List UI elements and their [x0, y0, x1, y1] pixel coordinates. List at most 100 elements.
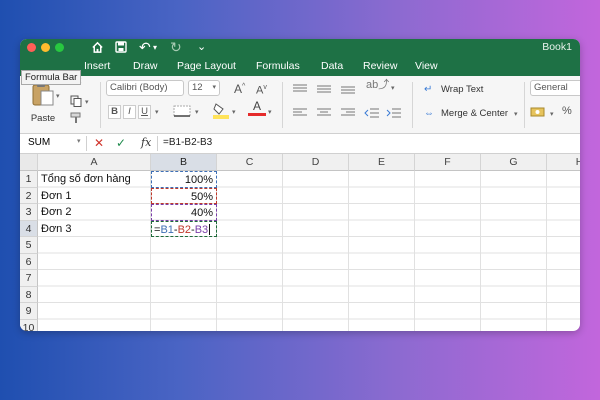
decrease-font-size-icon[interactable]: Av [256, 81, 267, 98]
cell-a1[interactable]: Tổng số đơn hàng [38, 171, 151, 188]
title-bar: ↶ ▾ ↻ ⌄ Book1 [20, 39, 580, 56]
align-left-icon[interactable] [292, 108, 308, 123]
cell-b1[interactable]: 100% [151, 171, 217, 188]
align-center-icon[interactable] [316, 108, 332, 123]
column-header-b[interactable]: B [151, 154, 217, 171]
ref-b2: B2 [177, 223, 192, 236]
row-header-8[interactable]: 8 [20, 286, 38, 303]
minimize-window-button[interactable] [41, 43, 50, 52]
undo-dropdown-icon[interactable]: ▾ [153, 39, 157, 56]
cancel-icon[interactable]: ✕ [94, 136, 104, 150]
name-box-dropdown-icon[interactable]: ▾ [77, 137, 81, 145]
format-painter-icon[interactable] [70, 112, 84, 129]
align-right-icon[interactable] [340, 108, 356, 123]
font-color-icon[interactable]: A [248, 100, 266, 118]
merge-dropdown-icon[interactable]: ▾ [514, 108, 518, 122]
number-format-select[interactable]: General [530, 80, 580, 96]
worksheet-grid: A B C D E F G H 1 2 3 4 5 6 7 8 9 10 Tổn… [20, 154, 580, 331]
home-icon[interactable] [91, 39, 104, 56]
cell-a4[interactable]: Đơn 3 [38, 221, 151, 238]
enter-icon[interactable]: ✓ [116, 136, 126, 150]
column-header-g[interactable]: G [481, 154, 547, 171]
align-top-icon[interactable] [292, 84, 308, 99]
borders-icon[interactable] [171, 105, 193, 119]
tab-insert[interactable]: Insert [84, 59, 110, 73]
text-cursor [209, 224, 211, 236]
zoom-window-button[interactable] [55, 43, 64, 52]
copy-icon[interactable] [70, 95, 82, 112]
tab-data[interactable]: Data [321, 59, 343, 73]
decrease-indent-icon[interactable] [364, 107, 380, 124]
column-header-f[interactable]: F [415, 154, 481, 171]
column-header-c[interactable]: C [217, 154, 283, 171]
save-icon[interactable] [115, 39, 127, 56]
font-size-select[interactable]: 12 ▾ [188, 80, 220, 96]
insert-function-icon[interactable]: fx [141, 136, 151, 149]
paste-dropdown-icon[interactable]: ▾ [56, 90, 60, 104]
paste-button[interactable]: Paste [28, 81, 58, 127]
merge-center-icon[interactable]: ⇔ [424, 107, 434, 121]
bold-button[interactable]: B [108, 105, 121, 119]
redo-icon[interactable]: ↻ [170, 39, 182, 56]
wrap-text-icon[interactable]: ↵ [424, 83, 432, 97]
row-header-6[interactable]: 6 [20, 253, 38, 270]
underline-dropdown-icon[interactable]: ▾ [155, 106, 159, 120]
ref-b3: B3 [194, 223, 209, 236]
row-header-4[interactable]: 4 [20, 220, 38, 237]
column-header-h[interactable]: H [547, 154, 580, 171]
column-header-a[interactable]: A [38, 154, 151, 171]
underline-button[interactable]: U [138, 105, 151, 119]
italic-button[interactable]: I [123, 105, 136, 119]
tab-review[interactable]: Review [363, 59, 397, 73]
column-header-d[interactable]: D [283, 154, 349, 171]
fill-dropdown-icon[interactable]: ▾ [232, 106, 236, 120]
currency-icon[interactable] [530, 105, 548, 124]
tab-view[interactable]: View [415, 59, 438, 73]
row-header-1[interactable]: 1 [20, 171, 38, 188]
row-header-7[interactable]: 7 [20, 270, 38, 287]
cell-b2[interactable]: 50% [151, 187, 217, 204]
fill-color-icon[interactable] [211, 101, 231, 119]
increase-font-size-icon[interactable]: A^ [234, 80, 245, 96]
formula-bar-tooltip: Formula Bar [21, 70, 82, 85]
orientation-dropdown-icon[interactable]: ▾ [391, 82, 395, 96]
ribbon-tabs: Formula Bar Insert Draw Page Layout Form… [20, 56, 580, 85]
align-middle-icon[interactable] [316, 84, 332, 99]
tab-formulas[interactable]: Formulas [256, 59, 300, 73]
copy-dropdown-icon[interactable]: ▾ [85, 96, 89, 110]
cell-a3[interactable]: Đơn 2 [38, 204, 151, 221]
font-color-dropdown-icon[interactable]: ▾ [268, 106, 272, 120]
customize-toolbar-icon[interactable]: ⌄ [197, 39, 206, 56]
cell-b4-editing[interactable]: =B1-B2-B3 [151, 220, 217, 237]
orientation-icon[interactable]: ab⤴ [366, 78, 389, 92]
row-header-5[interactable]: 5 [20, 237, 38, 254]
window-title: Book1 [542, 41, 572, 53]
font-name-select[interactable]: Calibri (Body) [106, 80, 184, 96]
name-box[interactable]: SUM [28, 137, 50, 148]
wrap-text-label[interactable]: Wrap Text [441, 83, 483, 97]
align-bottom-icon[interactable] [340, 84, 356, 99]
formula-input[interactable]: =B1-B2-B3 [163, 137, 212, 148]
increase-indent-icon[interactable] [386, 107, 402, 124]
row-header-3[interactable]: 3 [20, 204, 38, 221]
ref-b1: B1 [160, 223, 174, 236]
tab-draw[interactable]: Draw [133, 59, 158, 73]
close-window-button[interactable] [27, 43, 36, 52]
row-header-9[interactable]: 9 [20, 303, 38, 320]
paste-label: Paste [30, 113, 56, 124]
row-header-10[interactable]: 10 [20, 319, 38, 331]
chevron-down-icon: ▾ [212, 84, 216, 91]
row-header-2[interactable]: 2 [20, 187, 38, 204]
tab-page-layout[interactable]: Page Layout [177, 59, 236, 73]
undo-icon[interactable]: ↶ [139, 39, 151, 56]
select-all-corner[interactable] [20, 154, 38, 171]
percent-button[interactable]: % [562, 104, 572, 118]
formula-bar: SUM ▾ ✕ ✓ fx =B1-B2-B3 [20, 134, 580, 154]
merge-center-label[interactable]: Merge & Center [441, 107, 508, 121]
ribbon-home: Paste ▾ ✂ ▾ Calibri (Body) 12 ▾ A^ Av B … [20, 73, 580, 134]
column-header-e[interactable]: E [349, 154, 415, 171]
cell-b3[interactable]: 40% [151, 204, 217, 221]
borders-dropdown-icon[interactable]: ▾ [195, 106, 199, 120]
currency-dropdown-icon[interactable]: ▾ [550, 108, 554, 122]
cell-a2[interactable]: Đơn 1 [38, 188, 151, 205]
